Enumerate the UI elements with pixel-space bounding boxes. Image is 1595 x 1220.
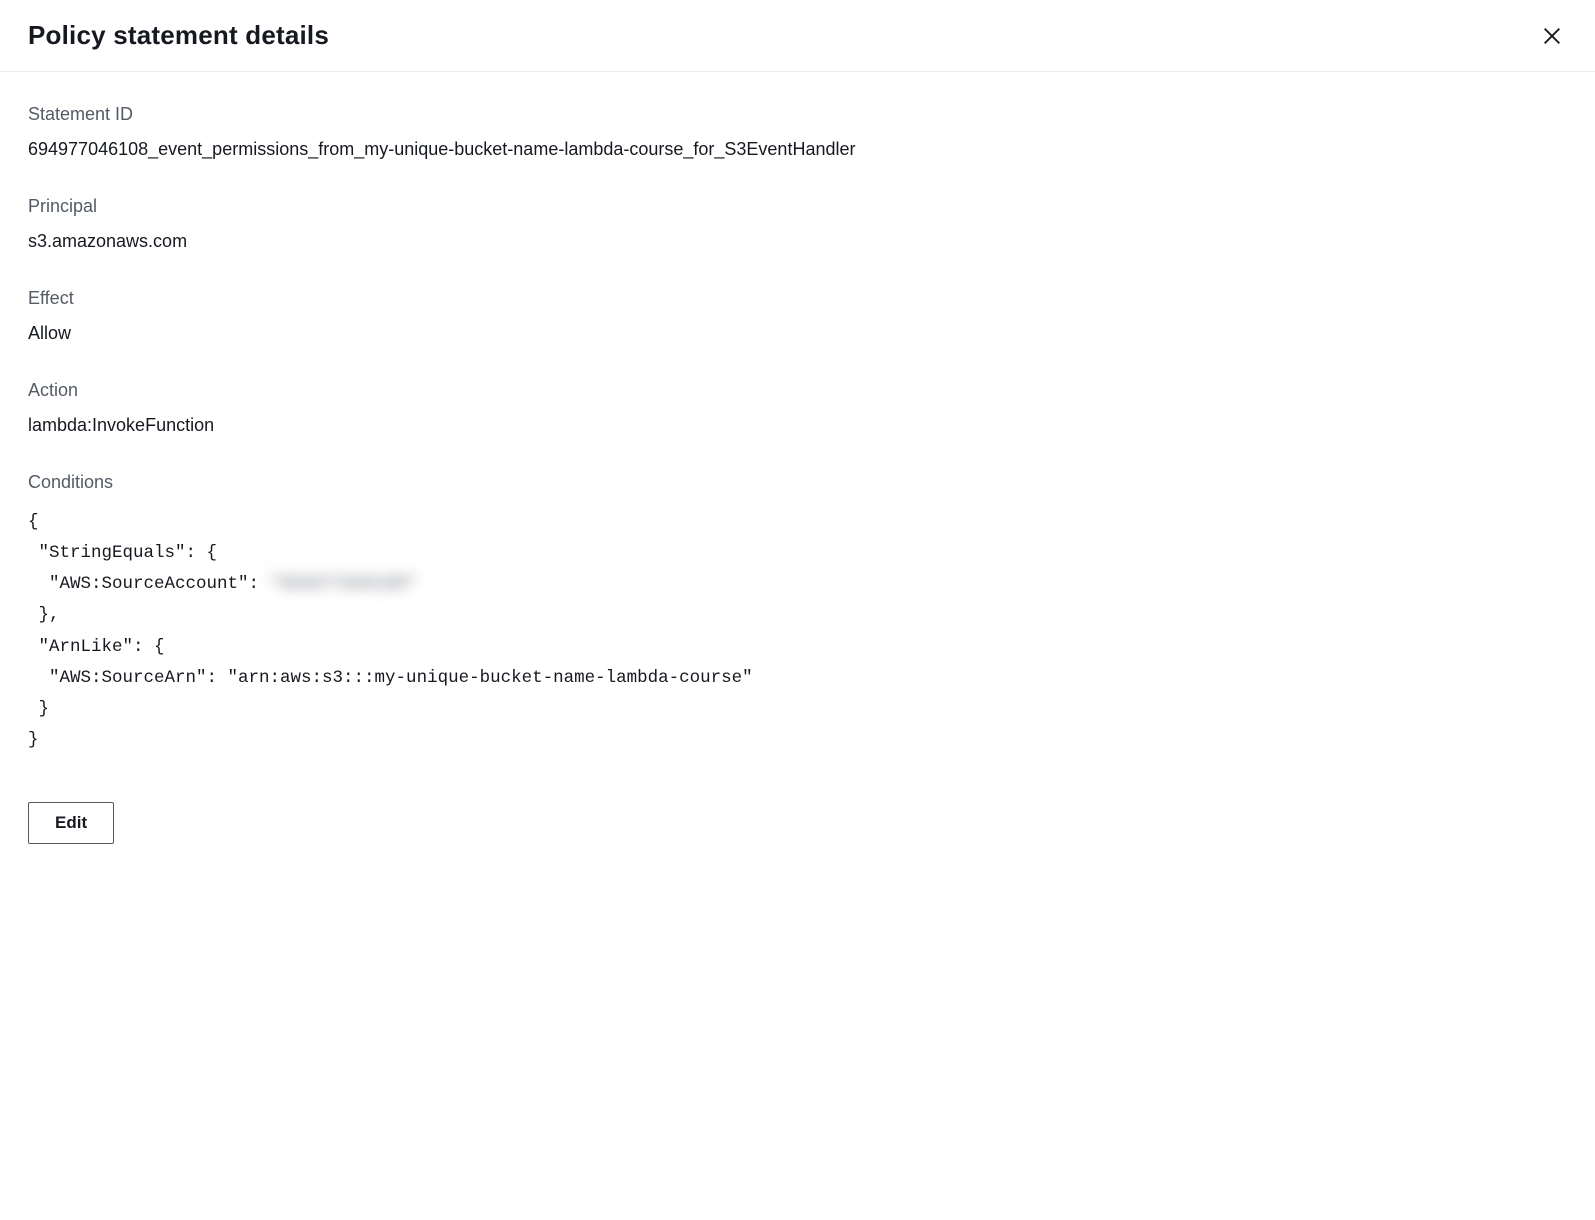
field-action: Action lambda:InvokeFunction	[28, 380, 1567, 436]
field-effect: Effect Allow	[28, 288, 1567, 344]
close-button[interactable]	[1537, 21, 1567, 51]
close-icon	[1541, 25, 1563, 47]
field-value-principal: s3.amazonaws.com	[28, 231, 1567, 252]
field-label-conditions: Conditions	[28, 472, 1567, 493]
modal-body: Statement ID 694977046108_event_permissi…	[0, 72, 1595, 872]
policy-statement-modal: Policy statement details Statement ID 69…	[0, 0, 1595, 872]
field-value-effect: Allow	[28, 323, 1567, 344]
field-label-principal: Principal	[28, 196, 1567, 217]
field-value-action: lambda:InvokeFunction	[28, 415, 1567, 436]
edit-button[interactable]: Edit	[28, 802, 114, 844]
code-line: }	[28, 699, 49, 719]
modal-actions: Edit	[28, 802, 1567, 844]
code-line: {	[28, 512, 39, 532]
code-line: "AWS:SourceAccount":	[28, 574, 270, 594]
code-line: },	[28, 605, 60, 625]
code-line: "StringEquals": {	[28, 543, 217, 563]
redacted-value: "694977046108"	[270, 569, 417, 600]
field-statement-id: Statement ID 694977046108_event_permissi…	[28, 104, 1567, 160]
field-label-effect: Effect	[28, 288, 1567, 309]
modal-title: Policy statement details	[28, 20, 329, 51]
field-principal: Principal s3.amazonaws.com	[28, 196, 1567, 252]
field-label-statement-id: Statement ID	[28, 104, 1567, 125]
field-label-action: Action	[28, 380, 1567, 401]
code-line: }	[28, 730, 39, 750]
modal-header: Policy statement details	[0, 0, 1595, 72]
code-line: "AWS:SourceArn": "arn:aws:s3:::my-unique…	[28, 668, 753, 688]
conditions-code-block: { "StringEquals": { "AWS:SourceAccount":…	[28, 507, 1567, 756]
field-value-statement-id: 694977046108_event_permissions_from_my-u…	[28, 139, 1567, 160]
field-conditions: Conditions { "StringEquals": { "AWS:Sour…	[28, 472, 1567, 756]
code-line: "ArnLike": {	[28, 637, 165, 657]
